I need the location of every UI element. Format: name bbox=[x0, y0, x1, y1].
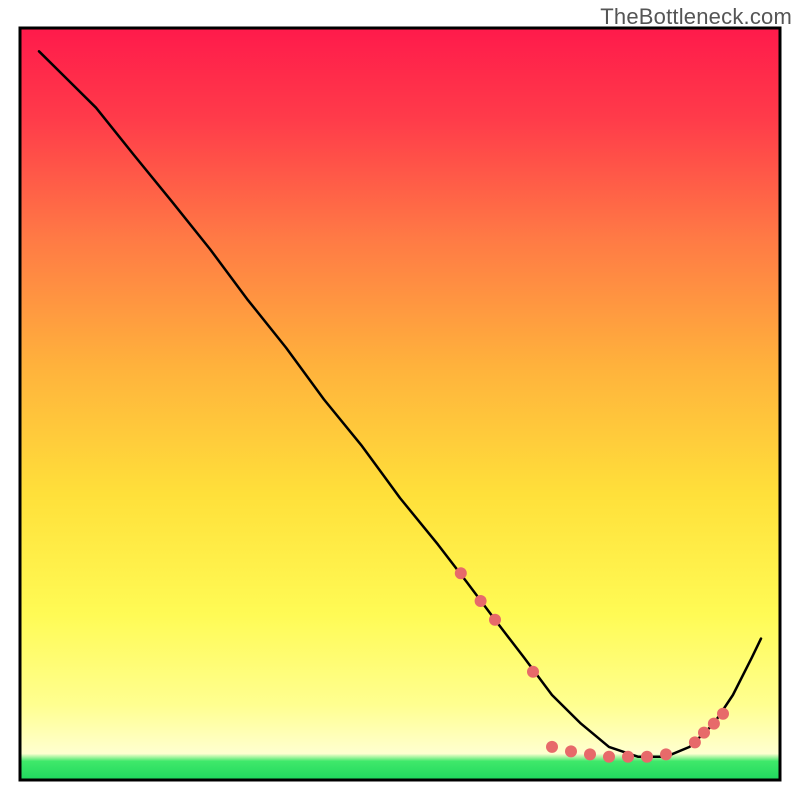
chart-container: { "watermark": "TheBottleneck.com", "cha… bbox=[0, 0, 800, 800]
data-marker bbox=[660, 748, 672, 760]
data-marker bbox=[698, 727, 710, 739]
watermark-text: TheBottleneck.com bbox=[600, 4, 792, 30]
data-marker bbox=[489, 614, 501, 626]
data-marker bbox=[622, 751, 634, 763]
data-marker bbox=[717, 708, 729, 720]
data-marker bbox=[641, 751, 653, 763]
data-marker bbox=[603, 751, 615, 763]
plot-background bbox=[20, 28, 780, 780]
data-marker bbox=[455, 567, 467, 579]
data-marker bbox=[689, 736, 701, 748]
data-marker bbox=[565, 745, 577, 757]
data-marker bbox=[546, 741, 558, 753]
data-marker bbox=[527, 666, 539, 678]
bottleneck-chart bbox=[0, 0, 800, 800]
data-marker bbox=[708, 718, 720, 730]
data-marker bbox=[475, 595, 487, 607]
data-marker bbox=[584, 748, 596, 760]
